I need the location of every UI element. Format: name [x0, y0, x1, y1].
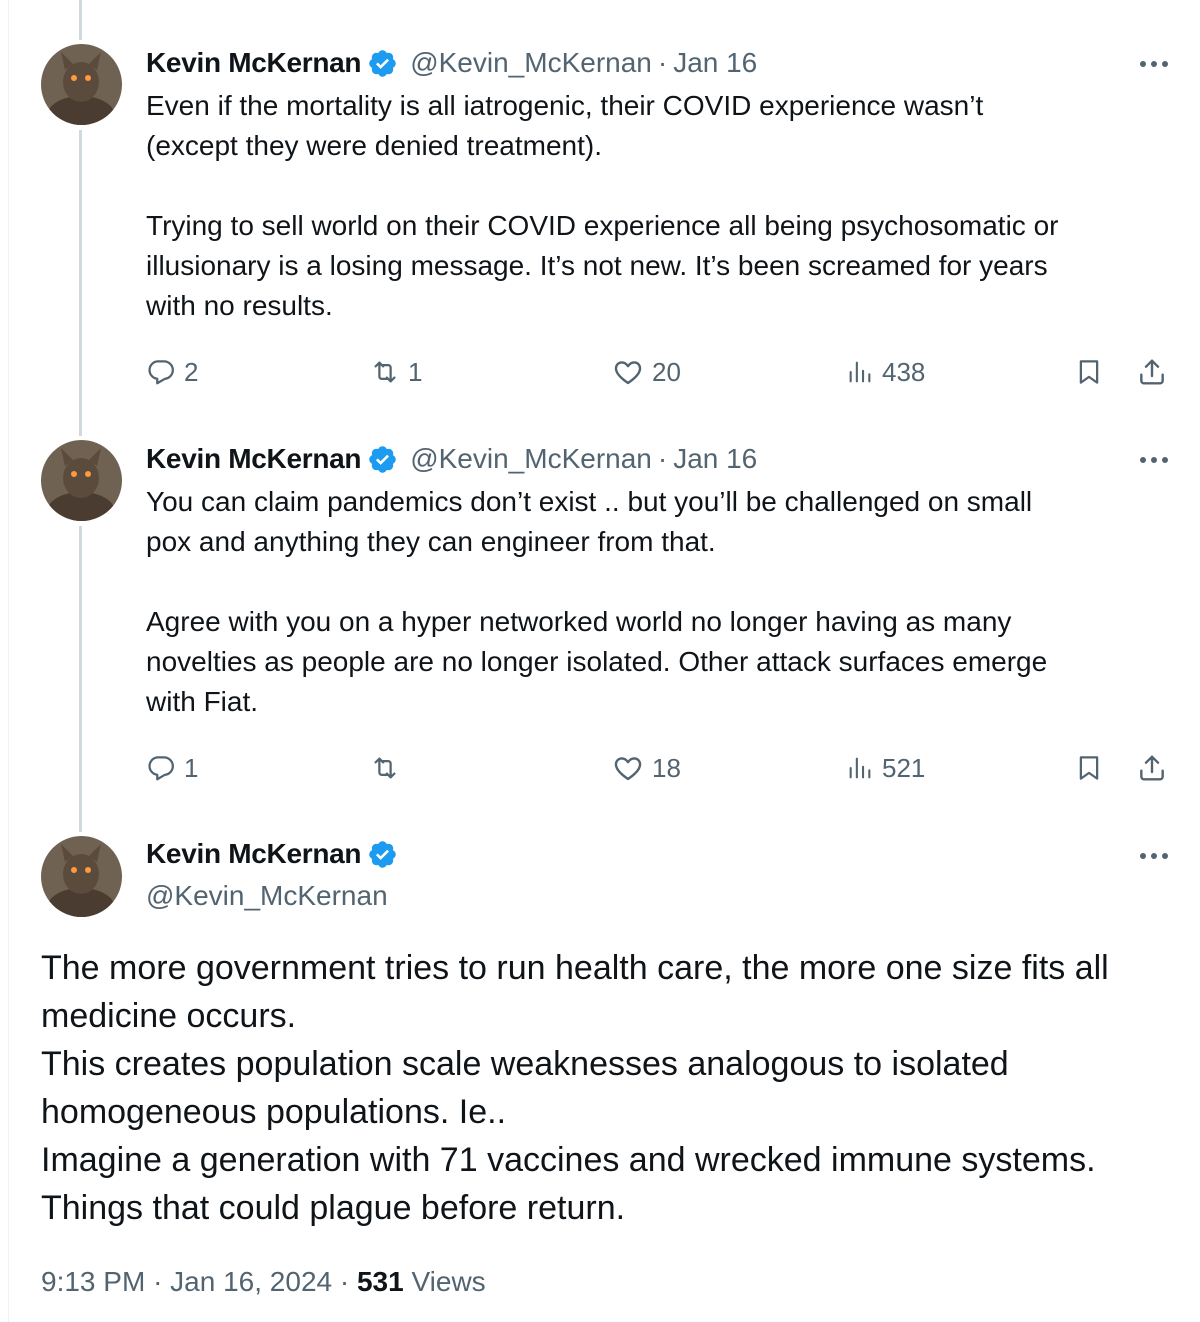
thread-line-1: [79, 130, 82, 436]
more-dots-icon[interactable]: [1136, 448, 1172, 472]
bookmark-icon: [1074, 752, 1104, 784]
tweet-date[interactable]: Jan 16, 2024: [170, 1266, 332, 1297]
like-button[interactable]: 20: [612, 352, 681, 392]
bookmark-button[interactable]: [1074, 748, 1104, 788]
views-icon: [846, 357, 874, 387]
thread-line-2: [79, 526, 82, 832]
repost-count: 1: [408, 356, 423, 387]
like-icon: [612, 356, 644, 388]
repost-icon: [370, 753, 400, 783]
separator-dot: ·: [339, 1266, 350, 1297]
tweet-meta: 9:13 PM · Jan 16, 2024 · 531 Views: [41, 1262, 486, 1302]
separator-dot: ·: [153, 1266, 163, 1297]
repost-button[interactable]: [370, 748, 408, 788]
views-button[interactable]: 521: [846, 748, 925, 788]
reply-button[interactable]: 2: [146, 352, 198, 392]
tweet-date[interactable]: Jan 16: [673, 443, 757, 475]
views-count: 438: [882, 356, 926, 387]
views-icon: [846, 753, 874, 783]
action-bar: 1 18 521: [146, 748, 1176, 788]
author-name[interactable]: Kevin McKernan: [146, 443, 362, 475]
reply-icon: [146, 753, 176, 783]
author-name[interactable]: Kevin McKernan: [146, 47, 362, 79]
views-count: 521: [882, 752, 926, 783]
like-count: 20: [652, 356, 681, 387]
timeline-border: [8, 0, 9, 1322]
bookmark-button[interactable]: [1074, 352, 1104, 392]
tweet-text: The more government tries to run health …: [41, 949, 1109, 1227]
reply-button[interactable]: 1: [146, 748, 198, 788]
author-handle[interactable]: @Kevin_McKernan: [146, 876, 388, 916]
tweet-text: You can claim pandemics don’t exist .. b…: [146, 486, 1048, 717]
reply-count: 2: [184, 356, 199, 387]
verified-badge-icon[interactable]: [367, 839, 398, 870]
avatar[interactable]: [41, 440, 122, 521]
views-button[interactable]: 438: [846, 352, 925, 392]
share-button[interactable]: [1136, 748, 1168, 788]
repost-button[interactable]: 1: [370, 352, 422, 392]
views-label: Views: [411, 1266, 486, 1297]
verified-badge-icon[interactable]: [367, 444, 398, 475]
tweet-date[interactable]: Jan 16: [673, 47, 757, 79]
avatar[interactable]: [41, 44, 122, 125]
repost-icon: [370, 357, 400, 387]
tweet-header: Kevin McKernan @Kevin_McKernan · Jan 16: [146, 43, 757, 83]
tweet-time[interactable]: 9:13 PM: [41, 1266, 145, 1297]
reply-count: 1: [184, 752, 199, 783]
share-button[interactable]: [1136, 352, 1168, 392]
reply-icon: [146, 357, 176, 387]
separator-dot: ·: [657, 47, 668, 78]
like-icon: [612, 752, 644, 784]
avatar[interactable]: [41, 836, 122, 917]
author-handle[interactable]: @Kevin_McKernan: [410, 47, 652, 79]
share-icon: [1136, 356, 1168, 388]
author-handle[interactable]: @Kevin_McKernan: [410, 443, 652, 475]
share-icon: [1136, 752, 1168, 784]
verified-badge-icon[interactable]: [367, 48, 398, 79]
action-bar: 2 1 20 438: [146, 352, 1176, 392]
more-dots-icon[interactable]: [1136, 52, 1172, 76]
tweet-header: Kevin McKernan @Kevin_McKernan · Jan 16: [146, 439, 757, 479]
separator-dot: ·: [657, 443, 668, 474]
like-count: 18: [652, 752, 681, 783]
like-button[interactable]: 18: [612, 748, 681, 788]
bookmark-icon: [1074, 356, 1104, 388]
author-name[interactable]: Kevin McKernan: [146, 838, 362, 870]
tweet-header: Kevin McKernan: [146, 834, 410, 874]
thread-line-top: [79, 0, 82, 40]
more-dots-icon[interactable]: [1136, 844, 1172, 868]
views-count: 531: [356, 1266, 404, 1297]
tweet-text: Even if the mortality is all iatrogenic,…: [146, 90, 1059, 321]
